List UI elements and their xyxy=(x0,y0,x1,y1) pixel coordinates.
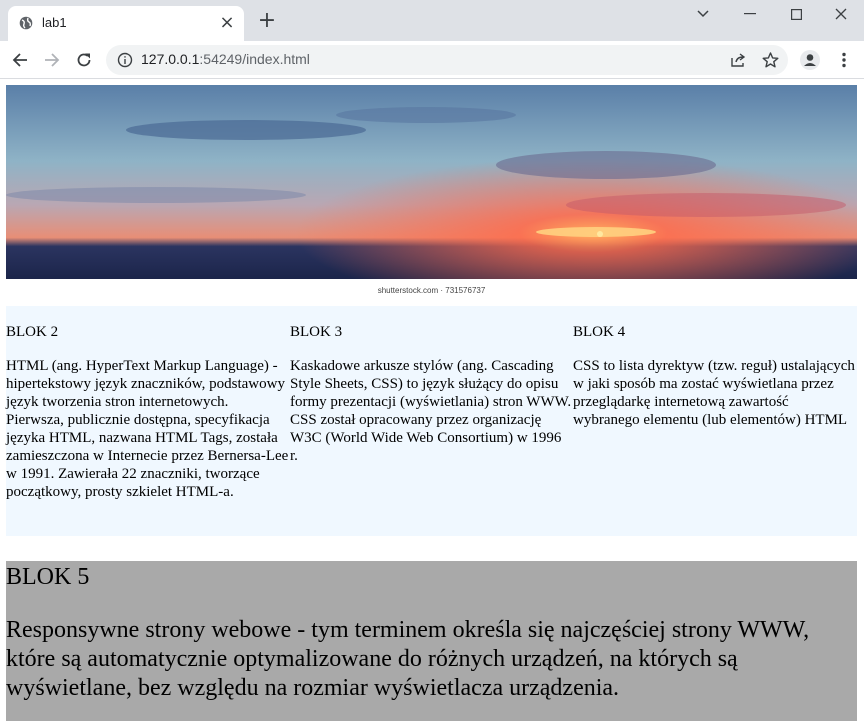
blok-2: BLOK 2 HTML (ang. HyperText Markup Langu… xyxy=(6,306,289,501)
minimize-icon xyxy=(744,13,756,15)
forward-button[interactable] xyxy=(40,48,64,72)
tab-title: lab1 xyxy=(42,15,67,30)
address-bar[interactable]: 127.0.0.1:54249/index.html xyxy=(106,45,788,75)
blok-5-text: Responsywne strony webowe - tym terminem… xyxy=(6,617,810,701)
info-icon[interactable] xyxy=(116,51,134,69)
blok-3-title: BLOK 3 xyxy=(290,324,343,340)
page-viewport: shutterstock.com · 731576737 BLOK 2 HTML… xyxy=(0,79,864,721)
blok-3-text: Kaskadowe arkusze stylów (ang. Cascading… xyxy=(290,357,573,465)
url-text: 127.0.0.1:54249/index.html xyxy=(141,51,310,67)
blocks-row: BLOK 2 HTML (ang. HyperText Markup Langu… xyxy=(6,306,857,536)
browser-tab[interactable]: lab1 × xyxy=(8,6,244,41)
url-path: :54249/index.html xyxy=(199,51,310,67)
bookmark-star-icon[interactable] xyxy=(761,51,779,69)
sunset-hero-image xyxy=(6,85,857,303)
url-host: 127.0.0.1 xyxy=(141,51,200,67)
menu-button[interactable] xyxy=(832,48,856,72)
profile-button[interactable] xyxy=(798,48,822,72)
blok-2-paragraph-1: HTML (ang. HyperText Markup Language) - … xyxy=(6,358,285,410)
blok-2-text: HTML (ang. HyperText Markup Language) - … xyxy=(6,357,289,501)
blok-4-title: BLOK 4 xyxy=(573,324,626,340)
close-icon xyxy=(835,8,847,20)
blok-5: BLOK 5 Responsywne strony webowe - tym t… xyxy=(6,561,857,721)
blok-4: BLOK 4 CSS to lista dyrektyw (tzw. reguł… xyxy=(573,306,856,429)
globe-icon xyxy=(19,16,33,30)
hero-caption: shutterstock.com · 731576737 xyxy=(6,279,857,303)
blok-4-text: CSS to lista dyrektyw (tzw. reguł) ustal… xyxy=(573,358,855,428)
close-window-button[interactable] xyxy=(818,0,864,28)
back-button[interactable] xyxy=(8,48,32,72)
tab-search-button[interactable] xyxy=(680,0,726,28)
close-tab-icon[interactable]: × xyxy=(218,14,236,32)
browser-toolbar: 127.0.0.1:54249/index.html xyxy=(0,41,864,79)
avatar-icon xyxy=(800,50,820,70)
maximize-button[interactable] xyxy=(773,0,819,28)
maximize-icon xyxy=(790,8,802,20)
blok-3: BLOK 3 Kaskadowe arkusze stylów (ang. Ca… xyxy=(290,306,573,465)
share-icon[interactable] xyxy=(729,51,747,69)
tab-strip: lab1 × + xyxy=(0,0,864,41)
blok-3-paragraph-1: Kaskadowe arkusze stylów (ang. Cascading… xyxy=(290,358,572,410)
chevron-down-icon xyxy=(697,10,709,18)
arrow-left-icon xyxy=(12,53,27,67)
reload-button[interactable] xyxy=(72,48,96,72)
blok-2-title: BLOK 2 xyxy=(6,324,59,340)
kebab-menu-icon xyxy=(842,52,846,68)
minimize-button[interactable] xyxy=(727,0,773,28)
blok-5-title: BLOK 5 xyxy=(6,564,90,590)
blok-2-paragraph-2: Pierwsza, publicznie dostępna, specyfika… xyxy=(6,412,289,500)
reload-icon xyxy=(77,53,91,67)
blok-3-paragraph-2: CSS został opracowany przez organizację … xyxy=(290,412,562,464)
arrow-right-icon xyxy=(45,53,60,67)
new-tab-button[interactable]: + xyxy=(256,10,278,33)
